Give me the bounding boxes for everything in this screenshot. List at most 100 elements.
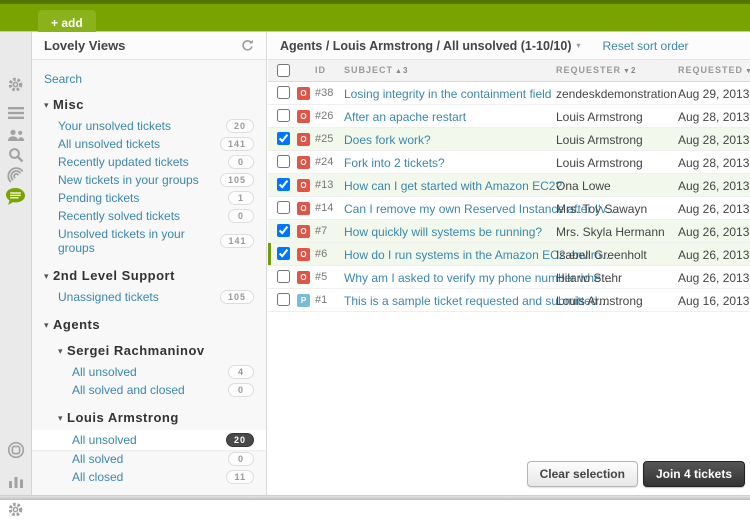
ticket-id: #1 <box>315 294 327 306</box>
ticket-row[interactable]: P #1 This is a sample ticket requested a… <box>268 289 750 312</box>
bulk-actions: Clear selection Join 4 tickets <box>527 461 745 487</box>
row-checkbox[interactable] <box>277 109 290 122</box>
ticket-row[interactable]: O #6 How do I run systems in the Amazon … <box>268 243 750 266</box>
ticket-requester: Mrs. Toy Sawayn <box>556 202 647 216</box>
sidebar-body: Search ▾Misc Your unsolved tickets20 All… <box>32 60 266 495</box>
collapse-triangle-icon: ▾ <box>44 100 49 110</box>
status-badge: P <box>297 294 310 307</box>
column-header-requester[interactable]: REQUESTER▼2 <box>556 65 636 75</box>
row-checkbox[interactable] <box>277 224 290 237</box>
ticket-subject-link[interactable]: Does fork work? <box>344 133 431 147</box>
sidebar-item-all-unsolved[interactable]: All unsolved tickets141 <box>44 135 254 153</box>
join-tickets-button[interactable]: Join 4 tickets <box>643 461 745 487</box>
row-checkbox[interactable] <box>277 270 290 283</box>
ticket-requested-date: Aug 26, 2013 <box>678 202 749 216</box>
sidebar-item-sergei-solved-closed[interactable]: All solved and closed0 <box>44 381 254 399</box>
agent-louis-armstrong[interactable]: ▾Louis Armstrong <box>58 410 254 425</box>
sidebar-item-sergei-all-unsolved[interactable]: All unsolved4 <box>44 363 254 381</box>
sidebar-item-unassigned[interactable]: Unassigned tickets105 <box>44 288 254 306</box>
row-checkbox[interactable] <box>277 155 290 168</box>
sidebar-item-recently-updated[interactable]: Recently updated tickets0 <box>44 153 254 171</box>
ticket-row[interactable]: O #13 How can I get started with Amazon … <box>268 174 750 197</box>
sidebar-item-search[interactable]: Search <box>44 72 254 86</box>
sidebar-item-unsolved-groups[interactable]: Unsolved tickets in your groups141 <box>44 225 254 257</box>
bottom-strip <box>0 495 750 500</box>
column-header-requested[interactable]: REQUESTED▼1 <box>678 65 750 75</box>
sidebar-item-recently-solved[interactable]: Recently solved tickets0 <box>44 207 254 225</box>
ticket-requester: Louis Armstrong <box>556 294 643 308</box>
ticket-id: #6 <box>315 248 327 260</box>
count-badge: 4 <box>228 365 254 379</box>
chat-icon[interactable] <box>0 187 31 209</box>
count-badge: 11 <box>226 470 254 484</box>
ticket-subject-link[interactable]: How quickly will systems be running? <box>344 225 542 239</box>
count-badge: 0 <box>228 452 254 466</box>
ticket-requester: Louis Armstrong <box>556 133 643 147</box>
ticket-requester: Isabell Greenholt <box>556 248 647 262</box>
sidebar-item-new-tickets-groups[interactable]: New tickets in your groups105 <box>44 171 254 189</box>
signal-icon[interactable] <box>0 166 31 188</box>
ticket-row[interactable]: O #24 Fork into 2 tickets? Louis Armstro… <box>268 151 750 174</box>
ticket-id: #25 <box>315 133 333 145</box>
section-2nd-level-support[interactable]: ▾2nd Level Support <box>44 268 254 283</box>
ticket-requested-date: Aug 26, 2013 <box>678 225 749 239</box>
search-icon[interactable] <box>0 147 31 166</box>
status-badge: O <box>297 87 310 100</box>
target-icon[interactable] <box>0 441 31 462</box>
ticket-requester: zendeskdemonstration <box>556 87 677 101</box>
ticket-requester: Mrs. Skyla Hermann <box>556 225 665 239</box>
ticket-row[interactable]: O #14 Can I remove my own Reserved Insta… <box>268 197 750 220</box>
row-checkbox[interactable] <box>277 86 290 99</box>
list-icon[interactable] <box>0 107 31 122</box>
sidebar-item-louis-all-closed[interactable]: All closed11 <box>44 468 254 486</box>
users-icon[interactable] <box>0 129 31 145</box>
row-checkbox[interactable] <box>277 132 290 145</box>
sidebar-item-louis-all-unsolved[interactable]: All unsolved20 <box>32 430 266 450</box>
section-agents[interactable]: ▾Agents <box>44 317 254 332</box>
column-header-subject[interactable]: SUBJECT▲3 <box>344 65 408 75</box>
ticket-subject-link[interactable]: How can I get started with Amazon EC2? <box>344 179 562 193</box>
breadcrumb-dropdown[interactable]: Agents / Louis Armstrong / All unsolved … <box>280 39 581 53</box>
top-bar: + add <box>0 0 750 32</box>
ticket-row[interactable]: O #38 Losing integrity in the containmen… <box>268 82 750 105</box>
sidebar-item-pending[interactable]: Pending tickets1 <box>44 189 254 207</box>
row-checkbox[interactable] <box>277 247 290 260</box>
sidebar-item-louis-all-solved[interactable]: All solved0 <box>44 450 254 468</box>
status-badge: O <box>297 202 310 215</box>
refresh-icon[interactable] <box>241 39 254 52</box>
section-misc[interactable]: ▾Misc <box>44 97 254 112</box>
ticket-subject-link[interactable]: Losing integrity in the containment fiel… <box>344 87 551 101</box>
ticket-requested-date: Aug 26, 2013 <box>678 248 749 262</box>
chart-icon[interactable] <box>0 475 31 491</box>
collapse-triangle-icon: ▾ <box>58 413 63 423</box>
ticket-requested-date: Aug 26, 2013 <box>678 271 749 285</box>
count-badge: 141 <box>220 137 254 151</box>
ticket-table-body: O #38 Losing integrity in the containmen… <box>268 82 750 312</box>
agent-sergei-rachmaninov[interactable]: ▾Sergei Rachmaninov <box>58 343 254 358</box>
clear-selection-button[interactable]: Clear selection <box>527 461 638 487</box>
count-badge: 105 <box>220 290 254 304</box>
status-badge: O <box>297 225 310 238</box>
ticket-subject-link[interactable]: After an apache restart <box>344 110 466 124</box>
ticket-list-panel: Agents / Louis Armstrong / All unsolved … <box>268 32 750 495</box>
ticket-row[interactable]: O #26 After an apache restart Louis Arms… <box>268 105 750 128</box>
ticket-row[interactable]: O #7 How quickly will systems be running… <box>268 220 750 243</box>
ticket-requested-date: Aug 26, 2013 <box>678 179 749 193</box>
ticket-row[interactable]: O #5 Why am I asked to verify my phone n… <box>268 266 750 289</box>
sidebar-item-your-unsolved[interactable]: Your unsolved tickets20 <box>44 117 254 135</box>
row-checkbox[interactable] <box>277 293 290 306</box>
chevron-down-icon: ▾ <box>576 41 580 50</box>
row-checkbox[interactable] <box>277 201 290 214</box>
ticket-subject-link[interactable]: Fork into 2 tickets? <box>344 156 445 170</box>
row-checkbox[interactable] <box>277 178 290 191</box>
select-all-checkbox[interactable] <box>277 64 290 77</box>
gear-icon[interactable] <box>0 501 31 521</box>
gear-icon[interactable] <box>0 76 31 96</box>
sidebar-title: Lovely Views <box>44 38 241 53</box>
list-header: Agents / Louis Armstrong / All unsolved … <box>268 32 750 60</box>
column-header-id[interactable]: ID <box>315 65 326 75</box>
views-sidebar: Lovely Views Search ▾Misc Your unsolved … <box>32 32 267 495</box>
ticket-row[interactable]: O #25 Does fork work? Louis Armstrong Au… <box>268 128 750 151</box>
count-badge: 20 <box>226 433 254 447</box>
reset-sort-order-link[interactable]: Reset sort order <box>603 39 689 53</box>
